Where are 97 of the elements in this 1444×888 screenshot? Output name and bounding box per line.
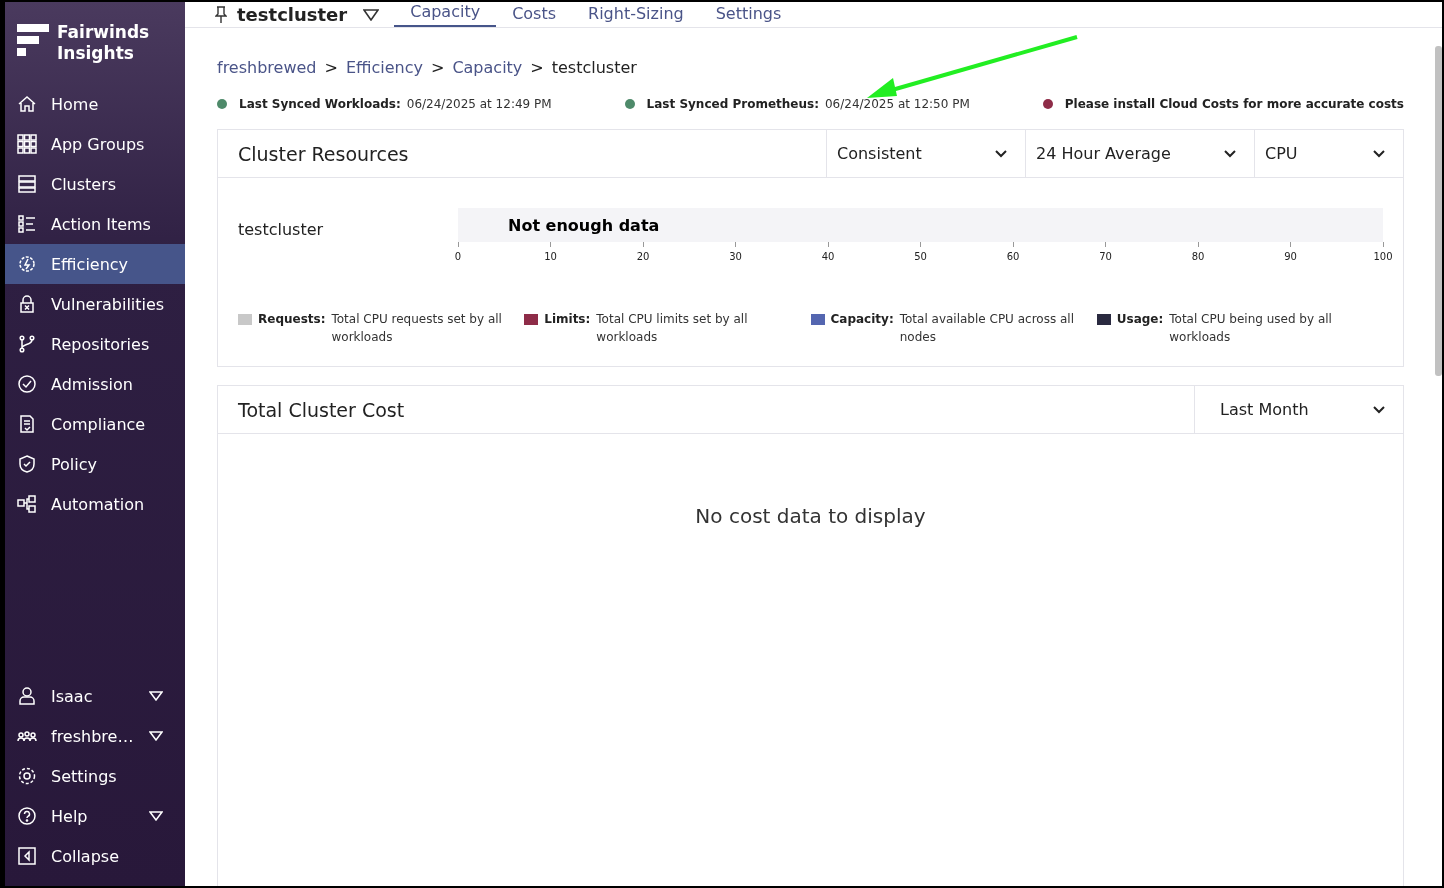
tick-mark bbox=[642, 242, 644, 247]
axis-tick-label: 30 bbox=[729, 251, 742, 262]
axis-tick-label: 80 bbox=[1191, 251, 1205, 262]
dropdown[interactable]: CPU bbox=[1254, 130, 1403, 177]
nav-item[interactable]: Compliance bbox=[5, 404, 185, 444]
breadcrumb-item[interactable]: Capacity bbox=[452, 58, 523, 77]
sync-time: 06/24/2025 at 12:49 PM bbox=[406, 97, 552, 111]
nav-item[interactable]: Admission bbox=[5, 364, 185, 404]
sync-time: 06/24/2025 at 12:50 PM bbox=[824, 97, 970, 111]
empty-message: No cost data to display bbox=[695, 504, 926, 530]
nav-item[interactable]: Settings bbox=[5, 756, 185, 796]
tick-mark bbox=[457, 242, 459, 247]
no-data-message: Not enough data bbox=[508, 215, 660, 235]
axis-tick-label: 60 bbox=[1006, 251, 1020, 262]
dropdown[interactable]: 24 Hour Average bbox=[1025, 130, 1254, 177]
nav-item[interactable]: Policy bbox=[5, 444, 185, 484]
legend-description: Total CPU limits set by all workloads bbox=[596, 311, 749, 346]
axis-tick-label: 100 bbox=[1373, 251, 1393, 262]
tab[interactable]: Costs bbox=[496, 2, 573, 27]
sync-label: Last Synced Workloads: bbox=[239, 97, 401, 111]
chevron-icon bbox=[1373, 405, 1385, 414]
card-title: Total Cluster Cost bbox=[237, 397, 406, 423]
breadcrumb-item[interactable]: freshbrewed bbox=[217, 58, 317, 77]
gear-bolt-icon bbox=[17, 254, 37, 274]
breadcrumb-separator: > bbox=[324, 58, 338, 77]
nav-item[interactable]: Action Items bbox=[5, 204, 185, 244]
nav-item[interactable]: Vulnerabilities bbox=[5, 284, 185, 324]
chevron-icon bbox=[1224, 149, 1236, 158]
collapse-icon bbox=[17, 846, 37, 866]
card-title: Cluster Resources bbox=[237, 141, 410, 167]
axis-tick-label: 20 bbox=[636, 251, 650, 262]
brand-name: Fairwinds Insights bbox=[57, 22, 150, 65]
caret-icon bbox=[149, 691, 163, 701]
help-icon bbox=[17, 806, 37, 826]
chevron-icon bbox=[995, 149, 1007, 158]
nav-item[interactable]: Repositories bbox=[5, 324, 185, 364]
breadcrumb-separator: > bbox=[530, 58, 544, 77]
sync-label: Last Synced Prometheus: bbox=[646, 97, 819, 111]
tick-mark bbox=[1197, 242, 1199, 247]
document-icon bbox=[17, 414, 37, 434]
sync-label: Please install Cloud Costs for more accurate costs bbox=[1064, 97, 1404, 111]
nav-item[interactable]: Automation bbox=[5, 484, 185, 524]
grid-icon bbox=[17, 134, 37, 154]
breadcrumb-item[interactable]: Efficiency bbox=[345, 58, 423, 77]
nav-item[interactable]: Clusters bbox=[5, 164, 185, 204]
tick-mark bbox=[550, 242, 551, 247]
breadcrumb-item: testcluster bbox=[551, 58, 637, 77]
legend-name: Requests: bbox=[258, 312, 326, 326]
cluster-selector[interactable]: testcluster bbox=[215, 2, 380, 27]
tick-mark bbox=[827, 242, 829, 247]
legend-description: Total CPU being used by all workloads bbox=[1169, 311, 1333, 346]
nav-item[interactable]: freshbre… bbox=[5, 716, 185, 756]
axis-tick-label: 70 bbox=[1099, 251, 1112, 262]
tick-mark bbox=[1012, 242, 1014, 247]
user-icon bbox=[17, 686, 37, 706]
home-icon bbox=[17, 94, 37, 114]
settings-icon bbox=[17, 766, 37, 786]
nav-item[interactable]: Home bbox=[5, 84, 185, 124]
server-icon bbox=[17, 174, 37, 194]
lock-icon bbox=[17, 294, 37, 314]
legend-description: Total available CPU across all nodes bbox=[899, 311, 1076, 346]
legend-name: Usage: bbox=[1116, 312, 1164, 326]
tick-mark bbox=[735, 242, 736, 247]
list-icon bbox=[17, 214, 37, 234]
caret-icon bbox=[149, 731, 163, 741]
caret-icon bbox=[363, 8, 380, 21]
nav-item[interactable]: App Groups bbox=[5, 124, 185, 164]
tick-mark bbox=[1290, 242, 1291, 247]
axis-tick-label: 40 bbox=[821, 251, 835, 262]
caret-icon bbox=[149, 811, 163, 821]
legend-name: Capacity: bbox=[830, 312, 894, 326]
nav-item[interactable]: Help bbox=[5, 796, 185, 836]
axis-tick-label: 0 bbox=[454, 251, 462, 262]
tab[interactable]: Settings bbox=[699, 2, 798, 27]
tick-mark bbox=[920, 242, 921, 247]
axis-tick-label: 50 bbox=[914, 251, 927, 262]
scrollbar[interactable] bbox=[1435, 46, 1442, 376]
tick-mark bbox=[1382, 242, 1384, 247]
nodes-icon bbox=[17, 494, 37, 514]
nav-item[interactable]: Collapse bbox=[5, 836, 185, 876]
shield-icon bbox=[17, 454, 37, 474]
axis-tick-label: 90 bbox=[1284, 251, 1297, 262]
dropdown[interactable]: Last Month bbox=[1194, 386, 1403, 433]
tab[interactable]: Right-Sizing bbox=[572, 2, 700, 27]
tick-mark bbox=[1105, 242, 1106, 247]
check-circle-icon bbox=[17, 374, 37, 394]
nav-item[interactable]: Efficiency bbox=[5, 244, 185, 284]
chevron-icon bbox=[1373, 149, 1385, 158]
breadcrumb-separator: > bbox=[431, 58, 445, 77]
nav-item[interactable]: Isaac bbox=[5, 676, 185, 716]
branch-icon bbox=[17, 334, 37, 354]
legend-description: Total CPU requests set by all workloads bbox=[331, 311, 503, 346]
tab[interactable]: Capacity bbox=[394, 2, 497, 27]
dropdown[interactable]: Consistent bbox=[826, 130, 1025, 177]
axis-tick-label: 10 bbox=[544, 251, 557, 262]
legend-name: Limits: bbox=[544, 312, 591, 326]
pin-icon bbox=[215, 5, 227, 24]
